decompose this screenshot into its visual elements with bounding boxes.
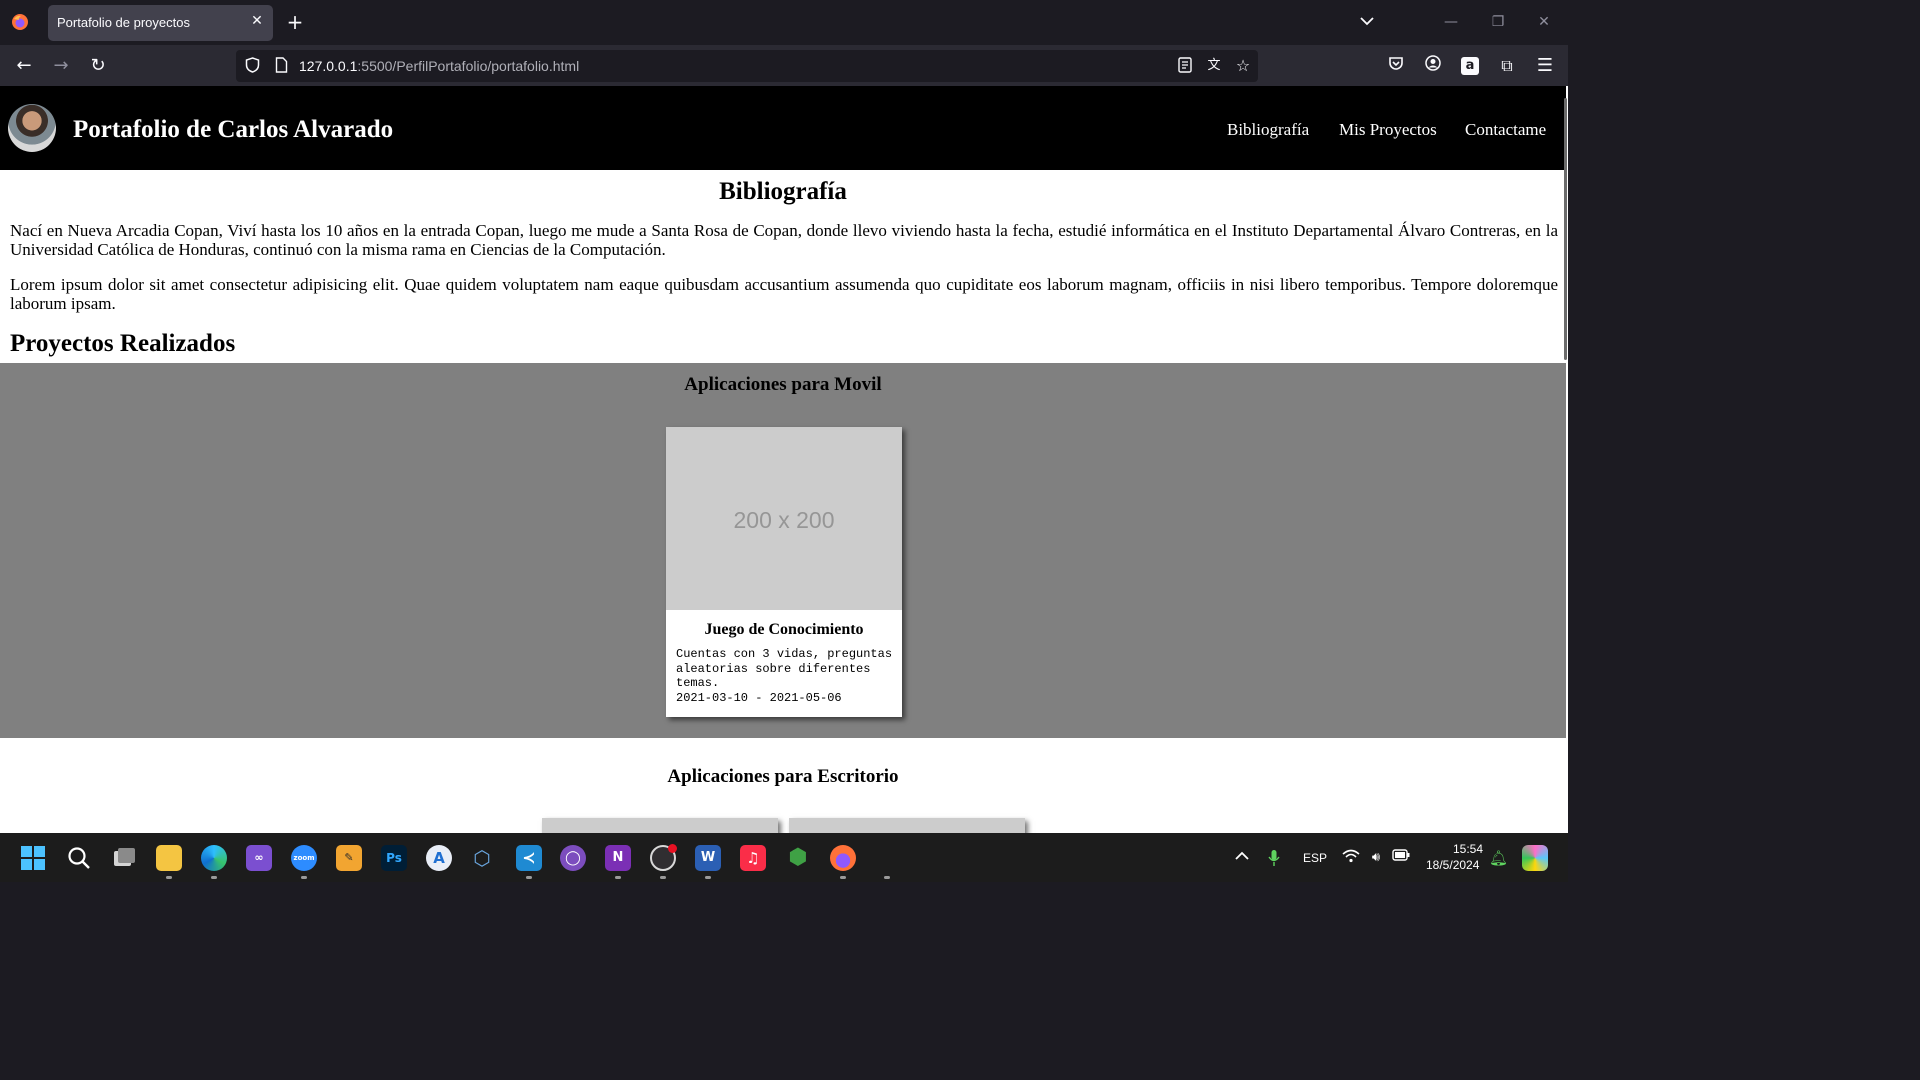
url-path: :5500/PerfilPortafolio/portafolio.html [357,58,580,74]
clock-date[interactable]: 18/5/2024 [1426,858,1479,872]
visual-studio-icon[interactable]: ∞ [246,845,272,871]
notification-badge [668,844,677,853]
project-card-description: Cuentas con 3 vidas, preguntas aleatoria… [676,647,896,705]
minimize-icon[interactable]: — [1441,13,1461,31]
translate-icon[interactable]: 文 [1205,57,1223,75]
restore-icon[interactable]: ❐ [1488,13,1508,31]
nav-link-contactame[interactable]: Contactame [1465,120,1546,140]
firefox-taskbar-icon[interactable] [830,845,856,871]
browser-tab[interactable]: Portafolio de proyectos ✕ [48,5,273,41]
zoom-icon[interactable]: zoom [291,845,317,871]
microphone-icon[interactable] [1265,849,1283,867]
reload-icon[interactable]: ↻ [87,55,109,77]
copilot-icon[interactable] [1522,845,1548,871]
nav-link-mis-proyectos[interactable]: Mis Proyectos [1339,120,1437,140]
scrollbar[interactable] [1564,98,1567,360]
vscode-icon[interactable]: ≺ [516,845,542,871]
battery-icon[interactable] [1392,849,1410,867]
bio-paragraph-1: Nací en Nueva Arcadia Copan, Viví hasta … [10,221,1558,259]
star-icon[interactable]: ☆ [1234,57,1252,75]
task-view-icon[interactable] [111,845,137,871]
photoshop-icon[interactable]: Ps [381,845,407,871]
language-indicator[interactable]: ESP [1303,851,1327,865]
url-bar[interactable]: 127.0.0.1:5500/PerfilPortafolio/portafol… [236,50,1258,82]
firefox-icon[interactable] [11,13,29,31]
avatar [8,104,56,152]
project-card-image: 200 x 200 [666,427,902,610]
page-icon[interactable] [272,57,290,75]
reader-view-icon[interactable] [1176,57,1194,75]
shield-icon[interactable] [243,57,261,75]
amazon-icon[interactable]: a [1459,55,1481,77]
desktop-apps-title: Aplicaciones para Escritorio [667,766,899,787]
window-close-icon[interactable]: ✕ [1534,13,1554,31]
running-indicator [884,876,890,879]
image-placeholder-text: 200 x 200 [733,507,835,533]
chevron-down-icon[interactable] [1357,13,1377,31]
project-card: 200 x 200 Juego de Conocimiento Cuentas … [666,427,902,717]
site-header: Portafolio de Carlos Alvarado Bibliograf… [0,86,1566,170]
notification-bell-icon[interactable]: 🔔︎ [1489,849,1508,867]
url-text[interactable]: 127.0.0.1:5500/PerfilPortafolio/portafol… [299,58,579,74]
site-title: Portafolio de Carlos Alvarado [73,116,394,143]
extensions-icon[interactable]: ⧉ [1496,55,1518,77]
github-desktop-icon[interactable]: ◯ [560,845,586,871]
browser-tab-bar: Portafolio de proyectos ✕ + — ❐ ✕ [0,0,1568,45]
file-explorer-icon[interactable] [156,845,182,871]
running-indicator [301,876,307,879]
itunes-icon[interactable]: ♫ [740,845,766,871]
app-store-icon[interactable]: A [426,845,452,871]
running-indicator [166,876,172,879]
windows-start-icon[interactable] [20,845,46,871]
volume-icon[interactable]: 🔊︎ [1367,849,1385,867]
bio-heading: Bibliografía [719,178,847,205]
virtualbox-icon[interactable]: ⬡ [469,845,495,871]
app-tool-icon[interactable]: ✎ [336,845,362,871]
projects-heading: Proyectos Realizados [10,330,236,357]
word-icon[interactable]: W [695,845,721,871]
running-indicator [840,876,846,879]
plus-icon[interactable]: + [285,12,305,32]
project-card-title: Juego de Conocimiento [704,621,864,638]
node-icon[interactable]: ⬢ [785,845,811,871]
search-icon[interactable] [66,845,92,871]
forward-icon[interactable]: → [50,55,72,77]
url-host: 127.0.0.1 [299,58,358,74]
account-icon[interactable] [1422,55,1444,77]
mobile-apps-title: Aplicaciones para Movil [684,374,882,395]
web-page: Portafolio de Carlos Alvarado Bibliograf… [0,86,1568,833]
menu-icon[interactable]: ☰ [1534,55,1556,77]
wifi-icon[interactable] [1342,849,1360,867]
mobile-apps-section: Aplicaciones para Movil 200 x 200 Juego … [0,363,1566,738]
running-indicator [615,876,621,879]
pocket-icon[interactable] [1385,55,1407,77]
running-indicator [526,876,532,879]
taskbar: ∞ zoom ✎ Ps A ⬡ ≺ ◯ N W ♫ ⬢ ESP 🔊︎ 15:54… [0,833,1568,882]
running-indicator [660,876,666,879]
project-card [542,818,778,833]
running-indicator [705,876,711,879]
project-description-text: Cuentas con 3 vidas, preguntas aleatoria… [676,647,893,690]
clock-time[interactable]: 15:54 [1453,842,1483,856]
onenote-icon[interactable]: N [605,845,631,871]
bio-paragraph-2: Lorem ipsum dolor sit amet consectetur a… [10,275,1558,313]
tab-title: Portafolio de proyectos [57,15,190,30]
running-indicator [211,876,217,879]
project-card [789,818,1025,833]
back-icon[interactable]: ← [13,55,35,77]
close-icon[interactable]: ✕ [248,12,266,30]
nav-link-bibliografia[interactable]: Bibliografía [1227,120,1309,140]
chevron-up-icon[interactable] [1233,849,1251,867]
project-dates: 2021-03-10 - 2021-05-06 [676,690,842,705]
edge-icon[interactable] [201,845,227,871]
